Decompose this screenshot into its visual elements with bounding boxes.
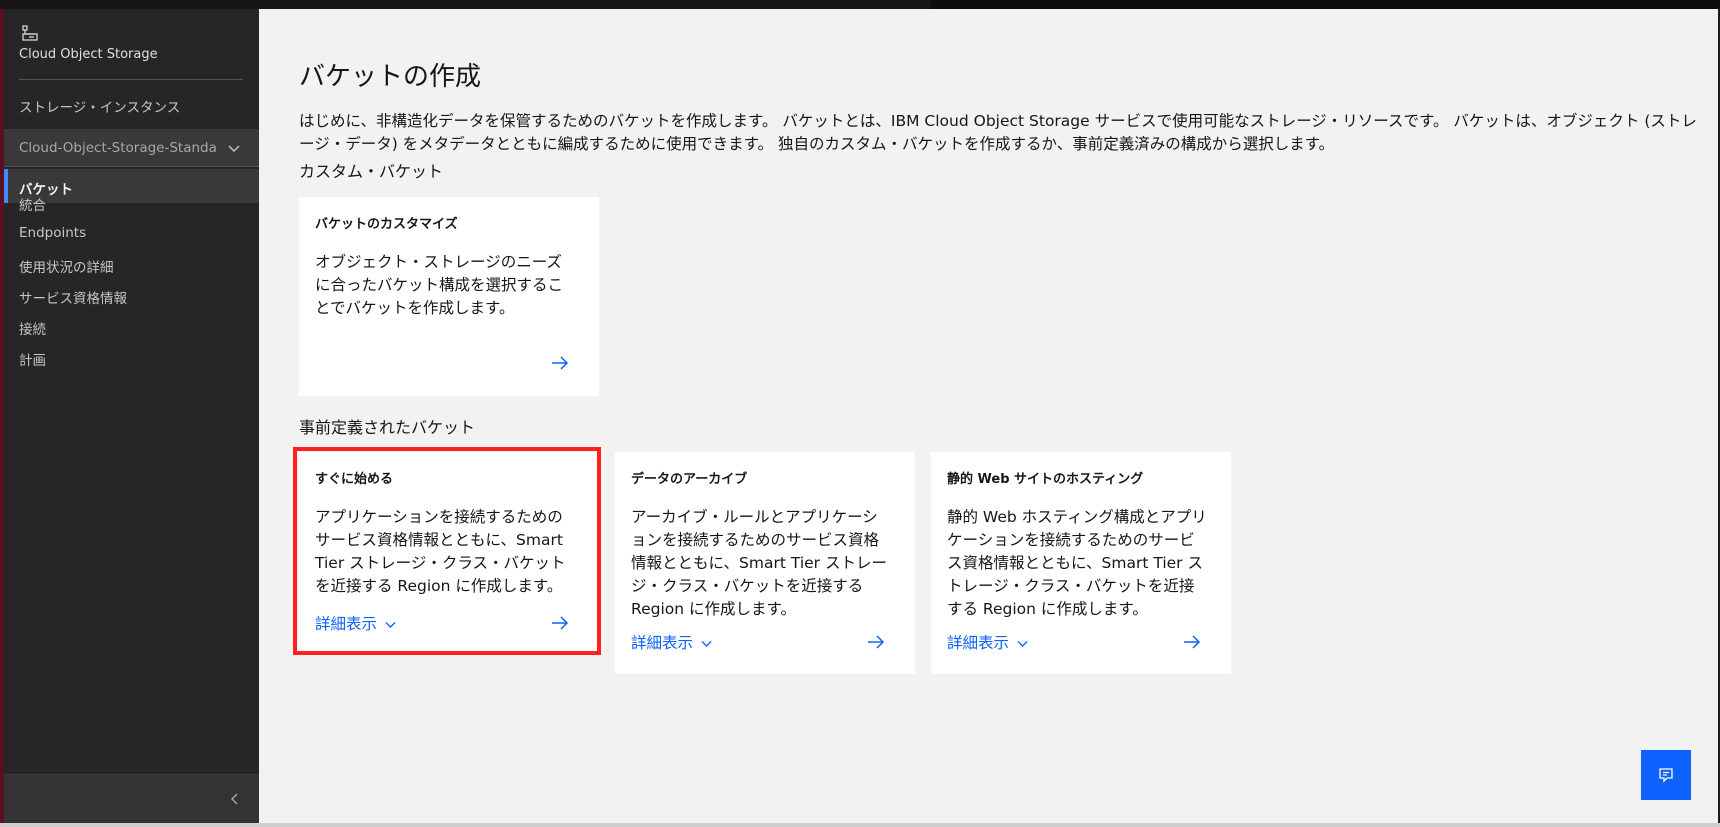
sidebar-item-usage-details[interactable]: 使用状況の詳細: [19, 256, 114, 276]
predefined-bucket-heading: 事前定義されたバケット: [299, 418, 476, 437]
feedback-icon: [1659, 768, 1673, 783]
tile-description: アーカイブ・ルールとアプリケーションを接続するためのサービス資格情報とともに、S…: [631, 508, 887, 618]
chevron-down-icon: [228, 145, 240, 152]
custom-bucket-tile[interactable]: バケットのカスタマイズ オブジェクト・ストレージのニーズに合ったバケット構成を選…: [299, 197, 599, 396]
feedback-button[interactable]: [1641, 750, 1691, 800]
static-website-tile[interactable]: 静的 Web サイトのホスティング 静的 Web ホスティング構成とアプリケーシ…: [931, 452, 1231, 674]
tile-description: 静的 Web ホスティング構成とアプリケーションを接続するためのサービス資格情報…: [947, 508, 1207, 618]
window-bottom-strip: [0, 823, 1720, 827]
sidebar-item-plan[interactable]: 計画: [19, 349, 46, 369]
arrow-right-icon: [868, 635, 885, 649]
highlight-box: [293, 447, 601, 655]
sidebar-divider: [19, 79, 243, 80]
tile-title: バケットのカスタマイズ: [315, 217, 458, 232]
tile-title: データのアーカイブ: [631, 472, 748, 487]
sidebar-item-endpoints[interactable]: Endpoints: [19, 225, 86, 241]
instance-selector[interactable]: Cloud-Object-Storage-Standa: [4, 129, 259, 167]
page-title: バケットの作成: [299, 62, 482, 93]
chevron-down-icon: [1017, 640, 1028, 647]
tile-title: 静的 Web サイトのホスティング: [947, 472, 1144, 487]
cloud-object-storage-icon: [22, 25, 38, 41]
show-details-label: 詳細表示: [947, 634, 1010, 652]
sidebar-footer: [4, 774, 259, 823]
sidebar-item-connections[interactable]: 接続: [19, 318, 46, 338]
sidebar: Cloud Object Storage ストレージ・インスタンス Cloud-…: [4, 9, 259, 823]
chevron-down-icon: [701, 640, 712, 647]
sidebar-item-storage-instances[interactable]: ストレージ・インスタンス: [19, 96, 180, 116]
show-details-link[interactable]: 詳細表示: [947, 631, 1028, 653]
main-content: バケットの作成 はじめに、非構造化データを保管するためのバケットを作成します。 …: [259, 9, 1715, 823]
sidebar-item-service-credentials[interactable]: サービス資格情報: [19, 287, 127, 307]
arrow-right-icon: [1184, 635, 1201, 649]
custom-bucket-heading: カスタム・バケット: [299, 162, 444, 181]
tile-description: オブジェクト・ストレージのニーズに合ったバケット構成を選択することでバケットを作…: [315, 253, 564, 317]
show-details-label: 詳細表示: [631, 634, 694, 652]
archive-data-tile[interactable]: データのアーカイブ アーカイブ・ルールとアプリケーションを接続するためのサービス…: [615, 452, 915, 674]
intro-text: はじめに、非構造化データを保管するためのバケットを作成します。 バケットとは、I…: [299, 112, 1697, 153]
browser-top-strip: [0, 0, 1720, 9]
show-details-link[interactable]: 詳細表示: [631, 631, 712, 653]
top-strip-segment: [930, 0, 1720, 9]
sidebar-title: Cloud Object Storage: [19, 47, 158, 62]
instance-selector-label: Cloud-Object-Storage-Standa: [19, 140, 217, 156]
sidebar-item-integrations[interactable]: 統合: [19, 194, 46, 214]
arrow-right-icon: [552, 356, 569, 370]
collapse-chevron-left-icon[interactable]: [229, 792, 241, 806]
